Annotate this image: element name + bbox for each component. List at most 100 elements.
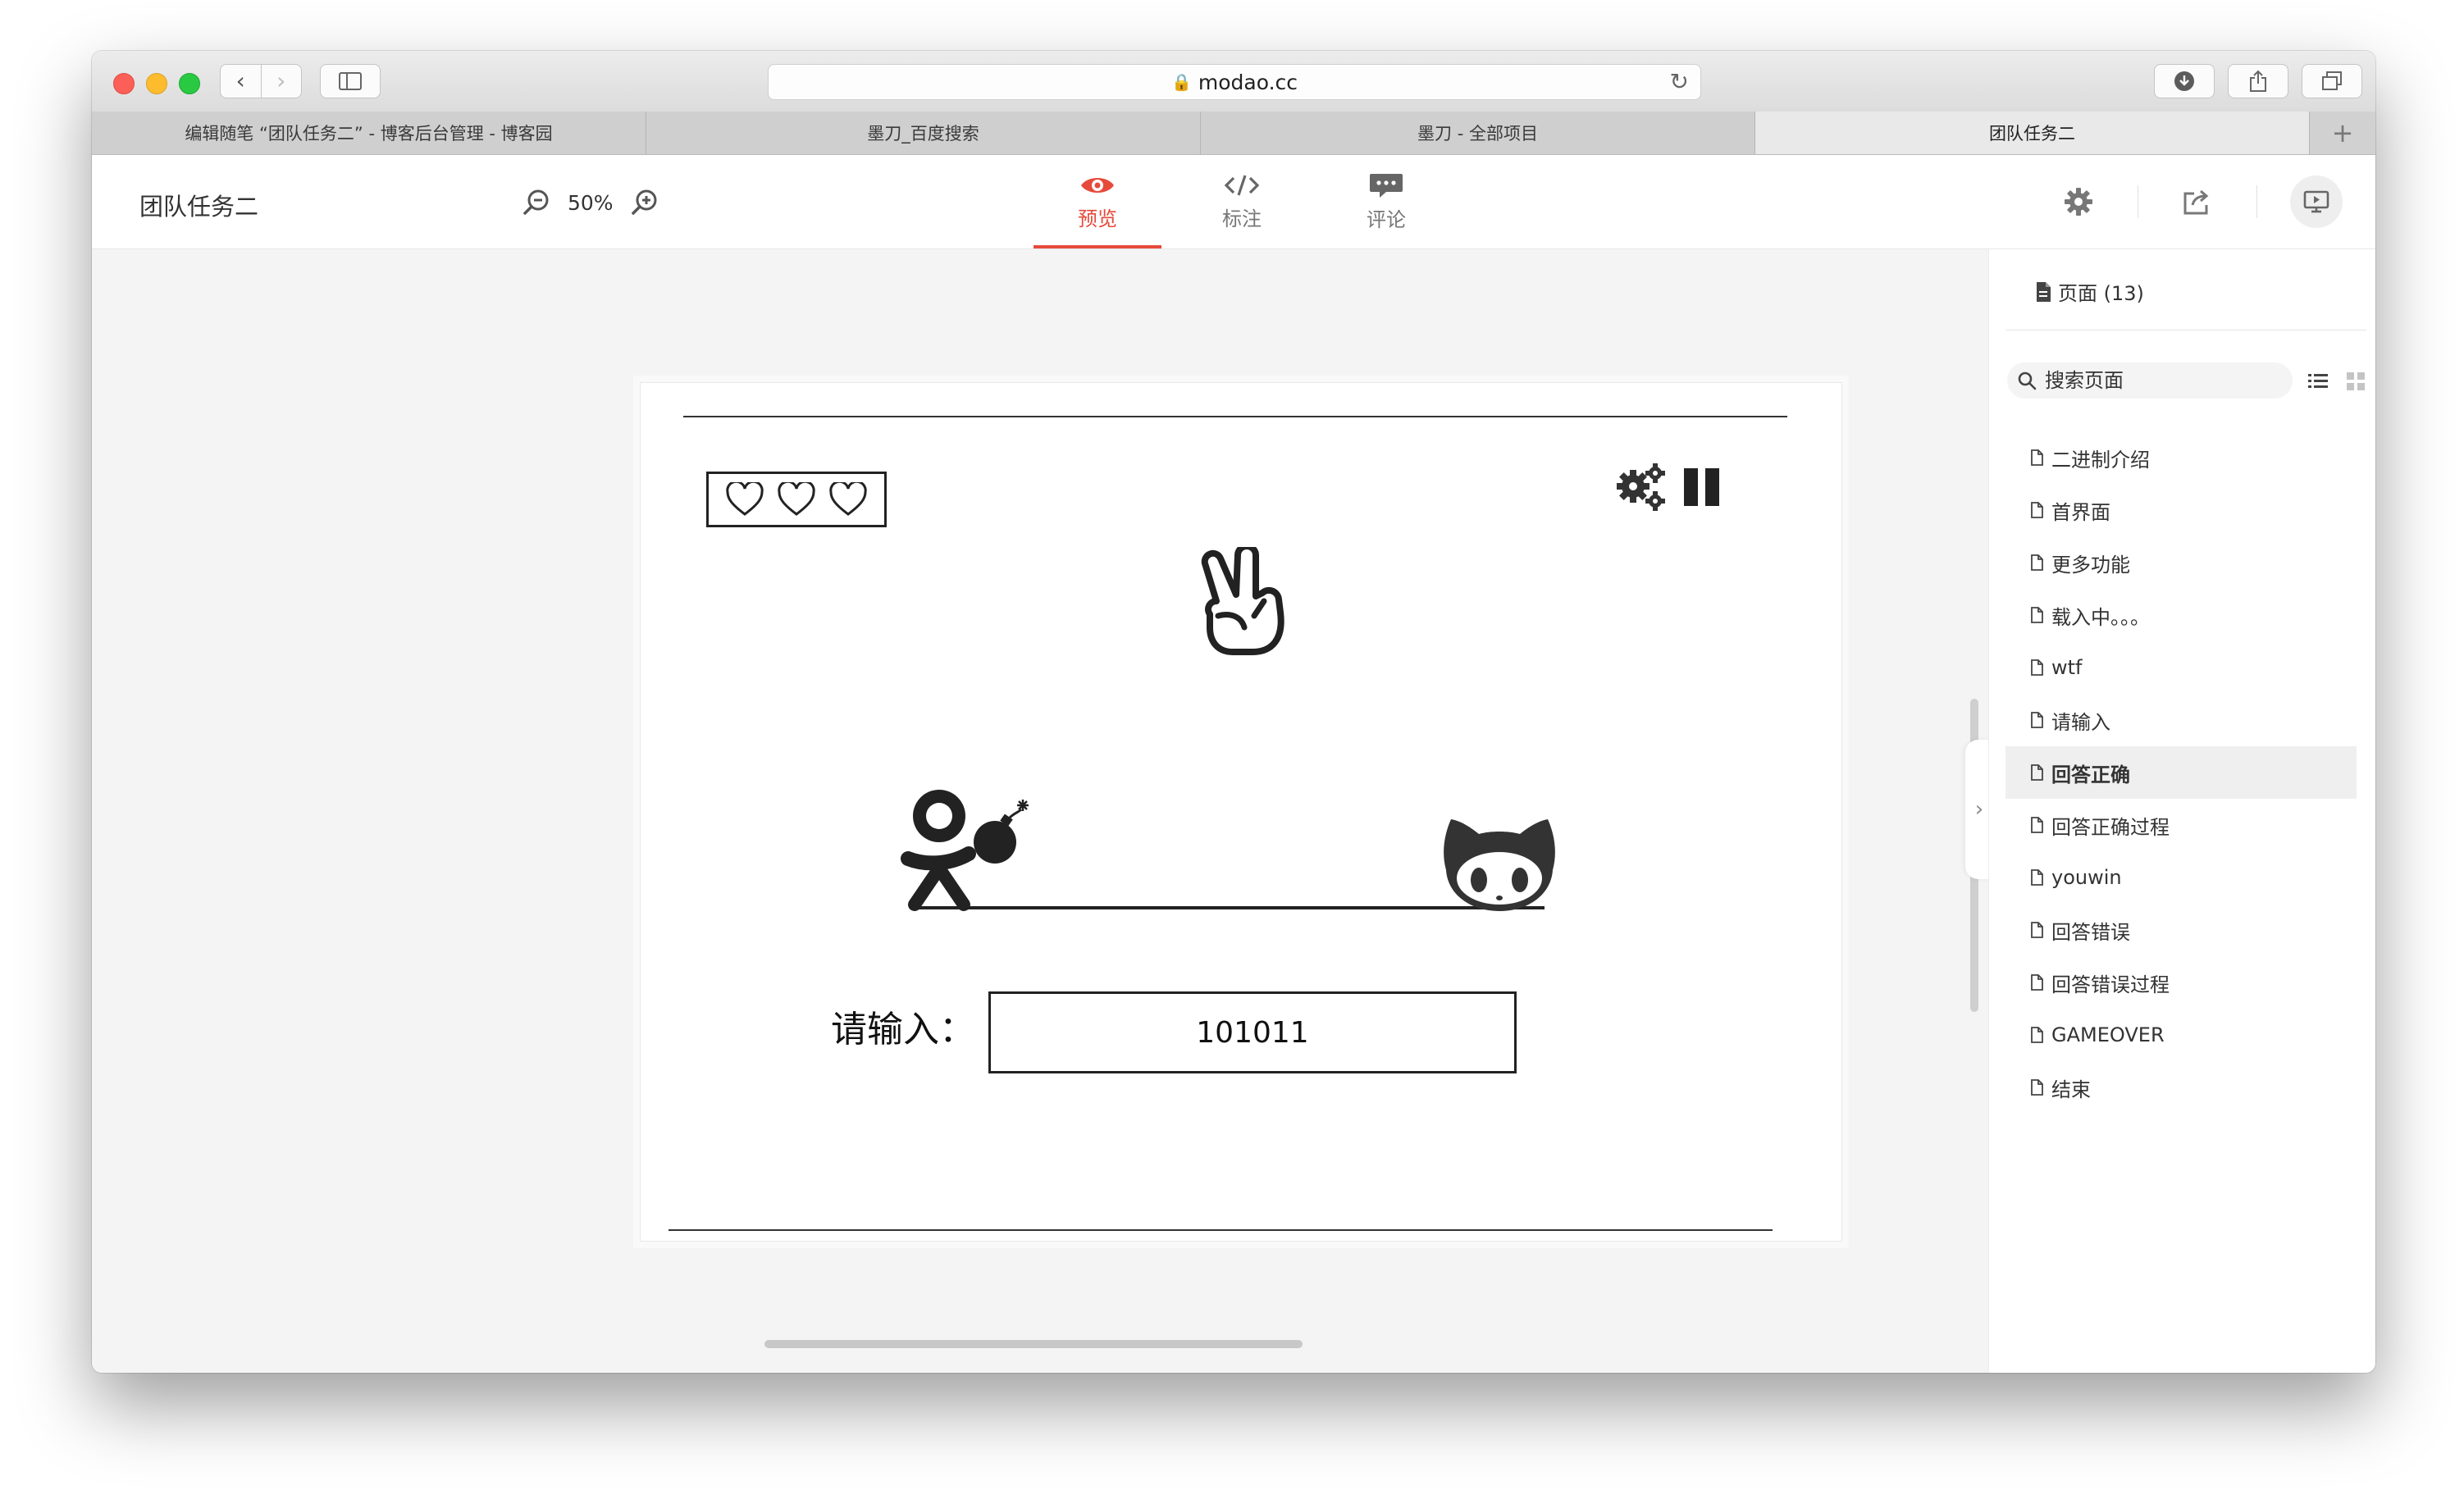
downloads-button[interactable] bbox=[2154, 64, 2215, 98]
github-octocat-icon bbox=[1444, 819, 1555, 911]
code-icon bbox=[1224, 174, 1260, 196]
page-list-item[interactable]: 回答正确过程 bbox=[2005, 799, 2357, 851]
page-list-item-label: wtf bbox=[2051, 656, 2083, 679]
export-share-icon[interactable] bbox=[2171, 175, 2224, 228]
comment-icon bbox=[1370, 173, 1403, 198]
share-button[interactable] bbox=[2228, 64, 2288, 98]
browser-tab[interactable]: 墨刀 - 全部项目 bbox=[1201, 112, 1755, 154]
page-file-icon bbox=[2031, 607, 2043, 623]
sidebar-toggle-button[interactable] bbox=[320, 64, 381, 98]
search-input[interactable] bbox=[2043, 368, 2276, 393]
zoom-out-icon[interactable] bbox=[518, 186, 554, 219]
page-file-icon bbox=[2031, 922, 2043, 938]
tab-comment[interactable]: 评论 bbox=[1314, 155, 1458, 248]
page-list-item-label: 二进制介绍 bbox=[2051, 448, 2150, 472]
document-icon bbox=[2037, 281, 2051, 302]
address-bar[interactable]: 🔒 modao.cc ↻ bbox=[768, 64, 1701, 100]
page-list-item-label: 回答错误过程 bbox=[2051, 973, 2170, 996]
reload-icon[interactable]: ↻ bbox=[1670, 68, 1689, 95]
page-list-item[interactable]: 回答正确 bbox=[2005, 746, 2357, 799]
preview-canvas: 请输入： 101011 bbox=[92, 249, 1988, 1373]
pages-panel: 页面 (13) 二进制介绍 首界面 更多功能 载入中。。。 wtf bbox=[1988, 249, 2375, 1373]
share-icon bbox=[2250, 70, 2266, 92]
page-file-icon bbox=[2031, 659, 2043, 676]
zoom-level: 50% bbox=[568, 190, 614, 215]
lives-box bbox=[706, 472, 887, 527]
search-icon bbox=[2018, 371, 2037, 390]
page-list-item-label: 首界面 bbox=[2051, 500, 2110, 524]
page-file-icon bbox=[2031, 1027, 2043, 1043]
tabs-icon bbox=[2322, 71, 2342, 90]
page-list-item[interactable]: 更多功能 bbox=[2005, 536, 2357, 589]
page-list-item-label: 回答正确过程 bbox=[2051, 815, 2170, 839]
heart-icon bbox=[778, 482, 815, 516]
page-list: 二进制介绍 首界面 更多功能 载入中。。。 wtf 请输入 回答正确 回答正确过… bbox=[2005, 431, 2357, 1114]
app-header: 团队任务二 50% 预览 标注 评论 bbox=[92, 155, 2375, 249]
horizontal-scrollbar[interactable] bbox=[764, 1340, 1303, 1348]
title-bar: ‹ › 🔒 modao.cc ↻ bbox=[92, 51, 2375, 112]
player-bomb-character bbox=[901, 790, 1029, 911]
browser-tab-active[interactable]: 团队任务二 bbox=[1755, 112, 2310, 154]
sidebar-icon bbox=[339, 72, 362, 90]
page-list-item-label: 更多功能 bbox=[2051, 553, 2130, 577]
zoom-in-icon[interactable] bbox=[627, 186, 663, 219]
present-icon bbox=[2303, 190, 2329, 213]
page-list-item[interactable]: 首界面 bbox=[2005, 484, 2357, 536]
minimize-window-button[interactable] bbox=[146, 73, 167, 94]
forward-icon[interactable]: › bbox=[262, 65, 302, 98]
page-list-item-label: GAMEOVER bbox=[2051, 1023, 2165, 1046]
artboard-answer-correct: 请输入： 101011 bbox=[640, 382, 1842, 1242]
view-toggle bbox=[2306, 369, 2375, 394]
page-list-item[interactable]: 载入中。。。 bbox=[2005, 589, 2357, 641]
page-file-icon bbox=[2031, 1079, 2043, 1096]
url-text: modao.cc bbox=[1198, 70, 1298, 94]
download-icon bbox=[2174, 71, 2194, 91]
history-nav: ‹ › bbox=[220, 64, 302, 98]
page-list-item-label: youwin bbox=[2051, 866, 2122, 889]
tab-preview[interactable]: 预览 bbox=[1025, 155, 1170, 248]
mode-tabs: 预览 标注 评论 bbox=[1025, 155, 1458, 248]
page-list-item[interactable]: 二进制介绍 bbox=[2005, 431, 2357, 484]
tab-strip: 编辑随笔 “团队任务二” - 博客后台管理 - 博客园 墨刀_百度搜索 墨刀 -… bbox=[92, 112, 2375, 155]
page-file-icon bbox=[2031, 502, 2043, 518]
pause-icon[interactable] bbox=[1681, 467, 1723, 508]
answer-input-box[interactable]: 101011 bbox=[988, 991, 1517, 1073]
present-button[interactable] bbox=[2290, 175, 2343, 228]
page-list-item[interactable]: 回答错误过程 bbox=[2005, 956, 2357, 1009]
page-list-item-label: 结束 bbox=[2051, 1078, 2091, 1101]
eye-icon bbox=[1081, 177, 1114, 193]
page-list-item[interactable]: youwin bbox=[2005, 851, 2357, 904]
input-label: 请输入： bbox=[831, 1009, 975, 1051]
header-divider bbox=[2256, 185, 2257, 218]
zoom-window-button[interactable] bbox=[179, 73, 200, 94]
page-list-item[interactable]: 结束 bbox=[2005, 1061, 2357, 1114]
browser-tab[interactable]: 墨刀_百度搜索 bbox=[646, 112, 1201, 154]
page-file-icon bbox=[2031, 817, 2043, 833]
page-list-item-label: 回答错误 bbox=[2051, 920, 2130, 944]
gears-settings-icon[interactable] bbox=[1613, 462, 1668, 513]
settings-gear-icon[interactable] bbox=[2052, 175, 2105, 228]
project-title: 团队任务二 bbox=[139, 193, 259, 221]
list-view-icon[interactable] bbox=[2306, 369, 2330, 394]
page-list-item[interactable]: 请输入 bbox=[2005, 694, 2357, 746]
grid-view-icon[interactable] bbox=[2343, 369, 2368, 394]
page-file-icon bbox=[2031, 974, 2043, 991]
page-list-item-label: 请输入 bbox=[2051, 710, 2110, 734]
pages-count: 页面 (13) bbox=[2058, 282, 2144, 305]
zoom-control: 50% bbox=[518, 186, 663, 219]
tab-overview-button[interactable] bbox=[2302, 64, 2362, 98]
back-icon[interactable]: ‹ bbox=[221, 65, 262, 98]
tab-annotate[interactable]: 标注 bbox=[1170, 155, 1314, 248]
page-search bbox=[2007, 362, 2293, 399]
close-window-button[interactable] bbox=[113, 73, 135, 94]
new-tab-button[interactable]: + bbox=[2310, 112, 2375, 154]
page-list-item-label: 回答正确 bbox=[2051, 763, 2130, 786]
bottom-border-line bbox=[668, 1229, 1773, 1231]
browser-tab[interactable]: 编辑随笔 “团队任务二” - 博客后台管理 - 博客园 bbox=[92, 112, 646, 154]
heart-icon bbox=[725, 482, 764, 516]
header-actions bbox=[2019, 155, 2343, 248]
page-list-item-label: 载入中。。。 bbox=[2051, 605, 2150, 629]
page-list-item[interactable]: 回答错误 bbox=[2005, 904, 2357, 956]
page-list-item[interactable]: GAMEOVER bbox=[2005, 1009, 2357, 1061]
page-list-item[interactable]: wtf bbox=[2005, 641, 2357, 694]
